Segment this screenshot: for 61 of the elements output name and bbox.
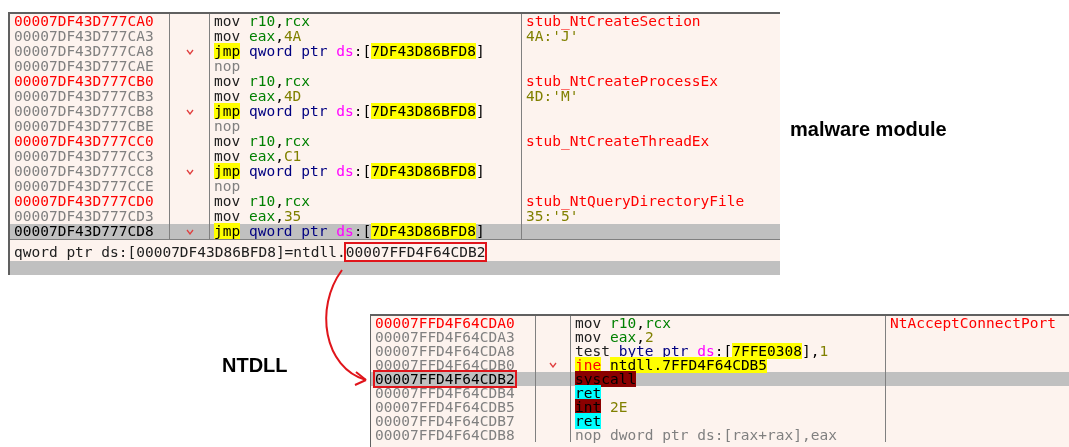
instruction-text: mov r10,rcx <box>214 194 311 209</box>
instruction-text: mov r10,rcx <box>214 134 311 149</box>
address-cell: 00007FFD4F64CDB4 <box>375 386 515 400</box>
comment-text: 4A:'J' <box>526 29 579 44</box>
instruction-text: jmp qword ptr ds:[7DF43D86BFD8] <box>214 224 485 239</box>
target-address: 00007FFD4F64CDB2 <box>345 244 486 260</box>
address-cell: 00007FFD4F64CDB5 <box>375 400 515 414</box>
instruction-text: nop <box>214 179 241 194</box>
chevron-icon[interactable] <box>185 228 194 235</box>
address-cell: 00007FFD4F64CDB0 <box>375 358 515 372</box>
address-cell: 00007DF43D777CB3 <box>14 89 154 104</box>
address-cell: 00007FFD4F64CDB2 <box>375 372 515 386</box>
address-cell: 00007DF43D777CC0 <box>14 134 154 149</box>
instruction-text: mov r10,rcx <box>214 74 311 89</box>
address-cell: 00007DF43D777CD3 <box>14 209 154 224</box>
chevron-icon[interactable] <box>185 108 194 115</box>
comment-text: stub_NtCreateThreadEx <box>526 134 710 149</box>
address-cell: 00007FFD4F64CDA3 <box>375 330 515 344</box>
instruction-text: syscall <box>575 372 637 386</box>
address-cell: 00007FFD4F64CDB7 <box>375 414 515 428</box>
address-cell: 00007FFD4F64CDA8 <box>375 344 515 358</box>
instruction-text: mov r10,rcx <box>214 14 311 29</box>
comment-text: stub_NtCreateProcessEx <box>526 74 719 89</box>
instruction-text: ret <box>575 414 602 428</box>
instruction-text: mov eax,4D <box>214 89 302 104</box>
address-cell: 00007DF43D777CB0 <box>14 74 154 89</box>
address-cell: 00007FFD4F64CDA0 <box>375 316 515 330</box>
address-cell: 00007DF43D777CC3 <box>14 149 154 164</box>
chevron-icon[interactable] <box>185 168 194 175</box>
address-cell: 00007DF43D777CD8 <box>14 224 154 239</box>
instruction-text: nop <box>214 119 241 134</box>
chevron-icon[interactable] <box>549 362 557 368</box>
instruction-text: mov eax,C1 <box>214 149 302 164</box>
instruction-text: jmp qword ptr ds:[7DF43D86BFD8] <box>214 164 485 179</box>
address-cell: 00007DF43D777CAE <box>14 59 154 74</box>
instruction-text: mov r10,rcx <box>575 316 672 330</box>
address-cell: 00007DF43D777CD0 <box>14 194 154 209</box>
horizontal-scrollbar[interactable] <box>10 261 780 275</box>
instruction-text: mov eax,4A <box>214 29 302 44</box>
address-cell: 00007DF43D777CA8 <box>14 44 154 59</box>
instruction-text: nop <box>214 59 241 74</box>
comment-text: stub_NtCreateSection <box>526 14 701 29</box>
caption: NTDLL <box>222 353 288 378</box>
instruction-text: jmp qword ptr ds:[7DF43D86BFD8] <box>214 44 485 59</box>
address-cell: 00007DF43D777CC8 <box>14 164 154 179</box>
address-cell: 00007FFD4F64CDB8 <box>375 428 515 442</box>
address-cell: 00007DF43D777CA0 <box>14 14 154 29</box>
instruction-text: nop dword ptr ds:[rax+rax],eax <box>575 428 837 442</box>
instruction-text: mov eax,2 <box>575 330 654 344</box>
chevron-icon[interactable] <box>185 48 194 55</box>
instruction-text: jmp qword ptr ds:[7DF43D86BFD8] <box>214 104 485 119</box>
comment-text: 35:'5' <box>526 209 579 224</box>
address-cell: 00007DF43D777CB8 <box>14 104 154 119</box>
instruction-text: mov eax,35 <box>214 209 302 224</box>
comment-text: 4D:'M' <box>526 89 579 104</box>
comment-text: stub_NtQueryDirectoryFile <box>526 194 745 209</box>
comment-text: NtAcceptConnectPort <box>890 316 1056 330</box>
caption: malware module <box>790 117 947 142</box>
address-cell: 00007DF43D777CBE <box>14 119 154 134</box>
address-cell: 00007DF43D777CA3 <box>14 29 154 44</box>
address-cell: 00007DF43D777CCE <box>14 179 154 194</box>
